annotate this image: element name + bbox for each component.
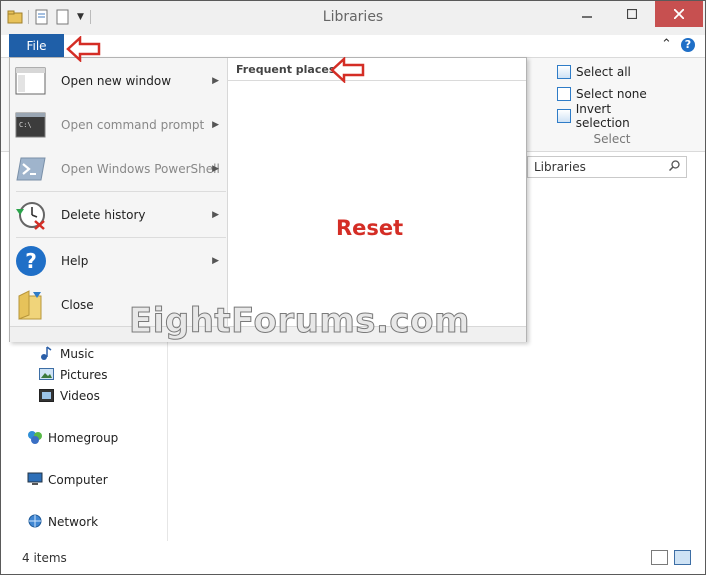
nav-item-homegroup[interactable]: Homegroup	[27, 430, 118, 445]
network-icon	[27, 514, 42, 529]
select-group-label: Select	[593, 132, 631, 146]
delete-history-item[interactable]: Delete history ▶	[10, 193, 227, 237]
submenu-arrow-icon: ▶	[212, 76, 219, 86]
submenu-arrow-icon: ▶	[212, 164, 219, 174]
nav-item-label: Computer	[48, 472, 108, 487]
delete-history-icon	[16, 202, 45, 230]
menu-item-label: Open command prompt	[61, 118, 205, 132]
nav-item-videos[interactable]: Videos	[39, 388, 100, 403]
title-bar: ▼ Libraries	[1, 1, 705, 35]
maximize-icon	[626, 9, 637, 19]
command-prompt-icon: C:\	[15, 112, 46, 138]
invert-selection-label: Invert selection	[575, 102, 630, 130]
search-box[interactable]: Libraries	[527, 156, 687, 178]
nav-item-music[interactable]: Music	[39, 346, 94, 361]
nav-item-network[interactable]: Network	[27, 514, 98, 529]
nav-item-pictures[interactable]: Pictures	[39, 367, 108, 382]
nav-item-label: Music	[60, 346, 95, 361]
computer-icon	[27, 472, 43, 487]
help-button-icon[interactable]: ?	[681, 38, 695, 52]
file-tab[interactable]: File	[9, 34, 64, 57]
item-count: 4 items	[22, 551, 67, 565]
frequent-places-pane: Frequent places	[227, 58, 526, 326]
close-button[interactable]	[655, 1, 703, 27]
menu-item-label: Delete history	[61, 208, 146, 222]
svg-text:C:\: C:\	[19, 121, 32, 129]
nav-item-label: Homegroup	[48, 430, 119, 445]
select-none-icon	[557, 87, 571, 101]
file-menu: Open new window ▶ C:\ Open command promp…	[9, 57, 527, 342]
frequent-places-header: Frequent places	[236, 63, 336, 76]
details-view-icon[interactable]	[651, 550, 668, 565]
close-icon	[674, 9, 684, 19]
select-all-button[interactable]: Select all	[557, 61, 667, 83]
window-icon	[15, 67, 46, 95]
help-item[interactable]: ? Help ▶	[10, 239, 227, 283]
videos-icon	[39, 388, 54, 403]
menu-item-label: Open new window	[61, 74, 172, 88]
nav-item-label: Videos	[60, 388, 100, 403]
submenu-arrow-icon: ▶	[212, 210, 219, 220]
menu-separator	[16, 237, 226, 238]
menu-item-label: Help	[61, 254, 89, 268]
maximize-button[interactable]	[609, 1, 654, 27]
open-command-prompt-item[interactable]: C:\ Open command prompt ▶	[10, 103, 227, 147]
nav-item-computer[interactable]: Computer	[27, 472, 108, 487]
invert-selection-button[interactable]: Invert selection	[557, 102, 667, 130]
pictures-icon	[39, 367, 54, 382]
submenu-arrow-icon: ▶	[212, 256, 219, 266]
invert-selection-icon	[557, 109, 571, 123]
close-folder-icon	[18, 290, 42, 320]
menu-item-label: Open Windows PowerShell	[61, 162, 220, 176]
watermark: EightForums.com	[129, 301, 470, 342]
header-divider	[227, 80, 526, 81]
search-icon	[668, 160, 680, 174]
reset-annotation: Reset	[336, 216, 404, 240]
minimize-icon	[581, 16, 592, 18]
ribbon-tab-row	[1, 35, 705, 58]
minimize-button[interactable]	[564, 1, 609, 27]
select-none-label: Select none	[576, 87, 647, 101]
help-icon: ?	[16, 246, 46, 276]
menu-item-label: Close	[61, 298, 94, 312]
nav-item-label: Network	[48, 514, 99, 529]
view-switcher	[651, 550, 691, 565]
select-all-icon	[557, 65, 571, 79]
annotation-arrow-frequent-places	[330, 57, 365, 83]
annotation-arrow-file	[66, 36, 101, 62]
large-icons-view-icon[interactable]	[674, 550, 691, 565]
open-new-window-item[interactable]: Open new window ▶	[10, 59, 227, 103]
nav-item-label: Pictures	[60, 367, 108, 382]
file-menu-commands: Open new window ▶ C:\ Open command promp…	[10, 58, 228, 326]
explorer-window: ▼ Libraries ⌃ ? Select all Select none I…	[0, 0, 706, 575]
select-all-label: Select all	[576, 65, 631, 79]
homegroup-icon	[27, 430, 42, 445]
open-windows-powershell-item[interactable]: Open Windows PowerShell ▶	[10, 147, 227, 191]
minimize-ribbon-icon[interactable]: ⌃	[661, 37, 672, 52]
svg-text:?: ?	[25, 249, 37, 273]
powershell-icon	[16, 157, 46, 181]
menu-separator	[16, 191, 226, 192]
submenu-arrow-icon: ▶	[212, 120, 219, 130]
music-icon	[39, 346, 54, 361]
select-group: Select all Select none Invert selection	[557, 61, 667, 130]
status-bar: 4 items	[1, 544, 705, 572]
search-placeholder: Libraries	[534, 160, 586, 174]
